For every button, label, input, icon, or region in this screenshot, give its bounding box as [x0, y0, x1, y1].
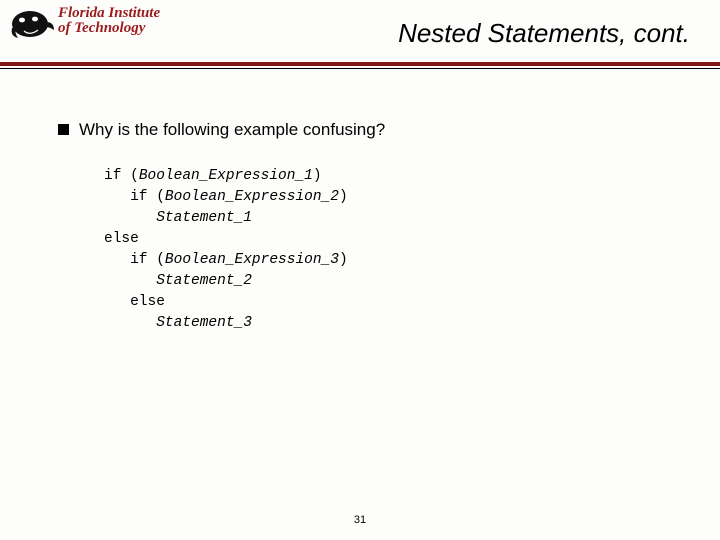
- bullet-item: Why is the following example confusing?: [58, 120, 680, 140]
- code-line: if (Boolean_Expression_2): [104, 189, 348, 205]
- panther-icon: [8, 4, 56, 44]
- header-rule-thick: [0, 62, 720, 66]
- code-line: if (Boolean_Expression_3): [104, 252, 348, 268]
- institution-logo: Florida Institute of Technology: [8, 4, 178, 52]
- logo-line2: of Technology: [58, 21, 160, 36]
- slide-body: Why is the following example confusing? …: [58, 120, 680, 334]
- code-line: Statement_2: [104, 273, 252, 289]
- code-line: else: [104, 231, 139, 247]
- code-line: Statement_1: [104, 210, 252, 226]
- code-line: if (Boolean_Expression_1): [104, 168, 322, 184]
- slide-title: Nested Statements, cont.: [398, 18, 690, 49]
- code-line: Statement_3: [104, 315, 252, 331]
- bullet-text: Why is the following example confusing?: [79, 120, 385, 140]
- header-rule-thin: [0, 68, 720, 69]
- slide-header: Florida Institute of Technology Nested S…: [0, 0, 720, 62]
- code-line: else: [104, 294, 165, 310]
- logo-text: Florida Institute of Technology: [58, 6, 160, 36]
- logo-line1: Florida Institute: [58, 6, 160, 21]
- square-bullet-icon: [58, 124, 69, 135]
- code-block: if (Boolean_Expression_1) if (Boolean_Ex…: [104, 166, 680, 334]
- page-number: 31: [0, 514, 720, 526]
